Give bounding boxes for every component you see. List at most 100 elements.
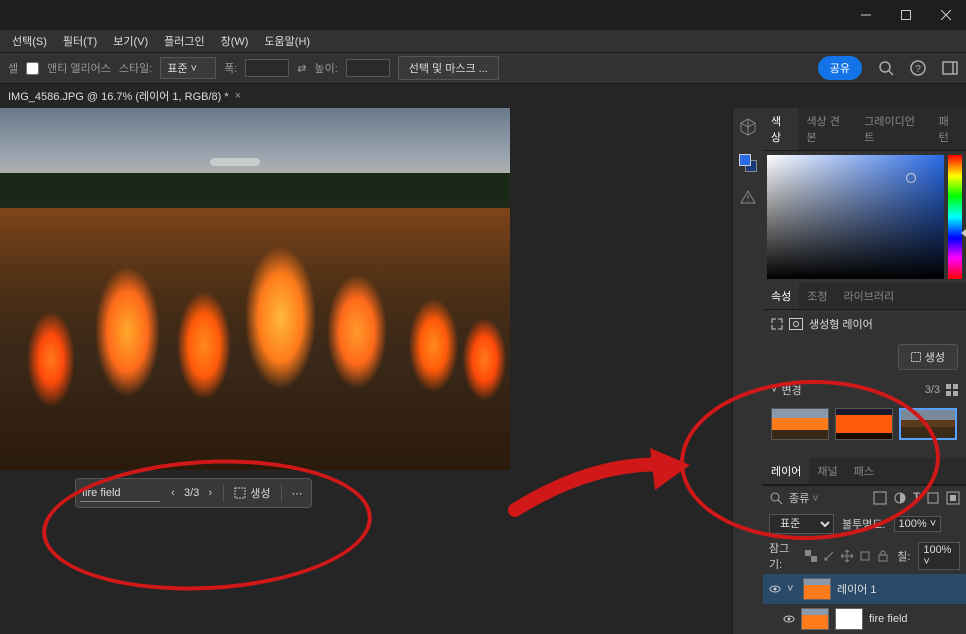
variation-counter: 3/3 [184, 487, 199, 499]
variations-label: 변경 [781, 382, 801, 398]
menu-select[interactable]: 선택(S) [4, 33, 55, 49]
right-panels: 색상 색상 견본 그레이디언트 패턴 속성 조정 라이브러리 생성형 레이어 [732, 108, 966, 634]
fill-label: 칠: [897, 548, 910, 564]
lock-all-icon[interactable] [877, 550, 889, 562]
visibility-icon[interactable] [783, 613, 795, 625]
tab-adjustments[interactable]: 조정 [799, 283, 835, 309]
chevron-down-icon[interactable]: ˅ [771, 384, 777, 396]
tab-paths[interactable]: 패스 [846, 458, 882, 484]
document-tab-bar: IMG_4586.JPG @ 16.7% (레이어 1, RGB/8) * × [0, 84, 966, 108]
lock-pixels-icon[interactable] [805, 550, 817, 562]
canvas-image [0, 108, 510, 470]
tab-swatches[interactable]: 색상 견본 [798, 108, 856, 150]
menu-window[interactable]: 창(W) [213, 33, 257, 49]
maximize-button[interactable] [886, 0, 926, 30]
menu-view[interactable]: 보기(V) [105, 33, 156, 49]
menu-help[interactable]: 도움말(H) [256, 33, 318, 49]
menu-plugin[interactable]: 플러그인 [156, 33, 212, 49]
select-mask-button[interactable]: 선택 및 마스크 ... [398, 56, 499, 80]
chevron-down-icon[interactable]: ˅ [787, 583, 797, 595]
share-button[interactable]: 공유 [818, 56, 862, 80]
warning-icon[interactable] [740, 190, 756, 204]
tab-layers[interactable]: 레이어 [763, 458, 809, 484]
menu-filter[interactable]: 필터(T) [55, 33, 105, 49]
width-label: 폭: [224, 60, 237, 76]
options-bar: 셀 앤티 앨리어스 스타일: 표준 ˅ 폭: ⇄ 높이: 선택 및 마스크 ..… [0, 52, 966, 84]
swap-icon[interactable]: ⇄ [297, 62, 306, 75]
layer-filter-select[interactable]: 종류 [789, 490, 819, 506]
search-icon[interactable] [878, 60, 894, 76]
svg-text:?: ? [915, 64, 921, 75]
sparkle-icon [911, 352, 921, 362]
layer-thumbnail [803, 578, 831, 600]
layer-row-sub[interactable]: fire field [763, 604, 966, 634]
close-tab-icon[interactable]: × [235, 90, 241, 102]
color-picker[interactable] [763, 151, 966, 283]
layer-row-1[interactable]: ˅ 레이어 1 [763, 574, 966, 604]
search-icon[interactable] [769, 491, 783, 505]
tab-library[interactable]: 라이브러리 [836, 283, 903, 309]
tab-color[interactable]: 색상 [763, 108, 798, 150]
swatches-icon[interactable] [739, 154, 757, 172]
expand-icon[interactable] [771, 318, 783, 330]
titlebar [0, 0, 966, 30]
tab-properties[interactable]: 속성 [763, 283, 799, 309]
height-input[interactable] [346, 59, 390, 77]
layer-mask-thumbnail [835, 608, 863, 630]
document-tab-label: IMG_4586.JPG @ 16.7% (레이어 1, RGB/8) * [8, 88, 229, 104]
prev-variation-button[interactable]: ‹ [166, 486, 180, 500]
opacity-value[interactable]: 100% ˅ [894, 516, 942, 532]
tab-channels[interactable]: 채널 [809, 458, 845, 484]
layer-thumbnail [801, 608, 829, 630]
layer-name[interactable]: 레이어 1 [837, 581, 877, 597]
tab-gradient[interactable]: 그레이디언트 [856, 108, 930, 150]
filter-shape-icon[interactable] [926, 491, 940, 505]
next-variation-button[interactable]: › [203, 486, 217, 500]
properties-panel: 생성형 레이어 생성 ˅ 변경 3/3 [763, 310, 966, 458]
filter-text-icon[interactable]: T [913, 491, 920, 505]
fill-value[interactable]: 100% ˅ [918, 542, 960, 570]
filter-smart-icon[interactable] [946, 491, 960, 505]
opacity-label: 불투명도: [842, 516, 886, 532]
variations-count: 3/3 [925, 384, 940, 396]
props-title: 생성형 레이어 [809, 316, 873, 332]
document-tab[interactable]: IMG_4586.JPG @ 16.7% (레이어 1, RGB/8) * × [0, 84, 249, 108]
prompt-input[interactable] [80, 485, 160, 502]
style-select[interactable]: 표준 ˅ [160, 57, 216, 79]
visibility-icon[interactable] [769, 583, 781, 595]
help-icon[interactable]: ? [910, 60, 926, 76]
layer-name[interactable]: fire field [869, 613, 908, 625]
grid-view-icon[interactable] [946, 384, 958, 396]
filter-adjust-icon[interactable] [893, 491, 907, 505]
lock-artboard-icon[interactable] [859, 550, 871, 562]
filter-image-icon[interactable] [873, 491, 887, 505]
menu-bar: 선택(S) 필터(T) 보기(V) 플러그인 창(W) 도움말(H) [0, 30, 966, 52]
variation-thumb-1[interactable] [771, 408, 829, 440]
width-input[interactable] [245, 59, 289, 77]
tool-label: 셀 [8, 60, 18, 76]
close-button[interactable] [926, 0, 966, 30]
layers-panel-tabs: 레이어 채널 패스 [763, 458, 966, 485]
more-options-button[interactable]: ⋯ [288, 487, 307, 500]
props-panel-tabs: 속성 조정 라이브러리 [763, 283, 966, 310]
generative-fill-bar: ‹ 3/3 › 생성 ⋯ [75, 478, 312, 508]
lock-brush-icon[interactable] [823, 550, 835, 562]
canvas-area[interactable]: ‹ 3/3 › 생성 ⋯ [0, 108, 732, 634]
minimize-button[interactable] [846, 0, 886, 30]
color-panel-tabs: 색상 색상 견본 그레이디언트 패턴 [763, 108, 966, 151]
generate-button[interactable]: 생성 [230, 485, 274, 501]
3d-icon[interactable] [739, 118, 757, 136]
antialias-checkbox[interactable] [26, 62, 39, 75]
height-label: 높이: [314, 60, 337, 76]
antialias-label: 앤티 앨리어스 [47, 60, 111, 76]
sparkle-icon [234, 487, 246, 499]
workspace-icon[interactable] [942, 60, 958, 76]
blend-mode-select[interactable]: 표준 [769, 514, 834, 534]
lock-move-icon[interactable] [841, 550, 853, 562]
variation-thumb-2[interactable] [835, 408, 893, 440]
tab-pattern[interactable]: 패턴 [931, 108, 966, 150]
variation-thumb-3[interactable] [899, 408, 957, 440]
layers-panel: 종류 T 표준 불투명도: 100% ˅ 잠그기: [763, 485, 966, 634]
style-label: 스타일: [119, 60, 152, 76]
props-generate-button[interactable]: 생성 [898, 344, 958, 370]
